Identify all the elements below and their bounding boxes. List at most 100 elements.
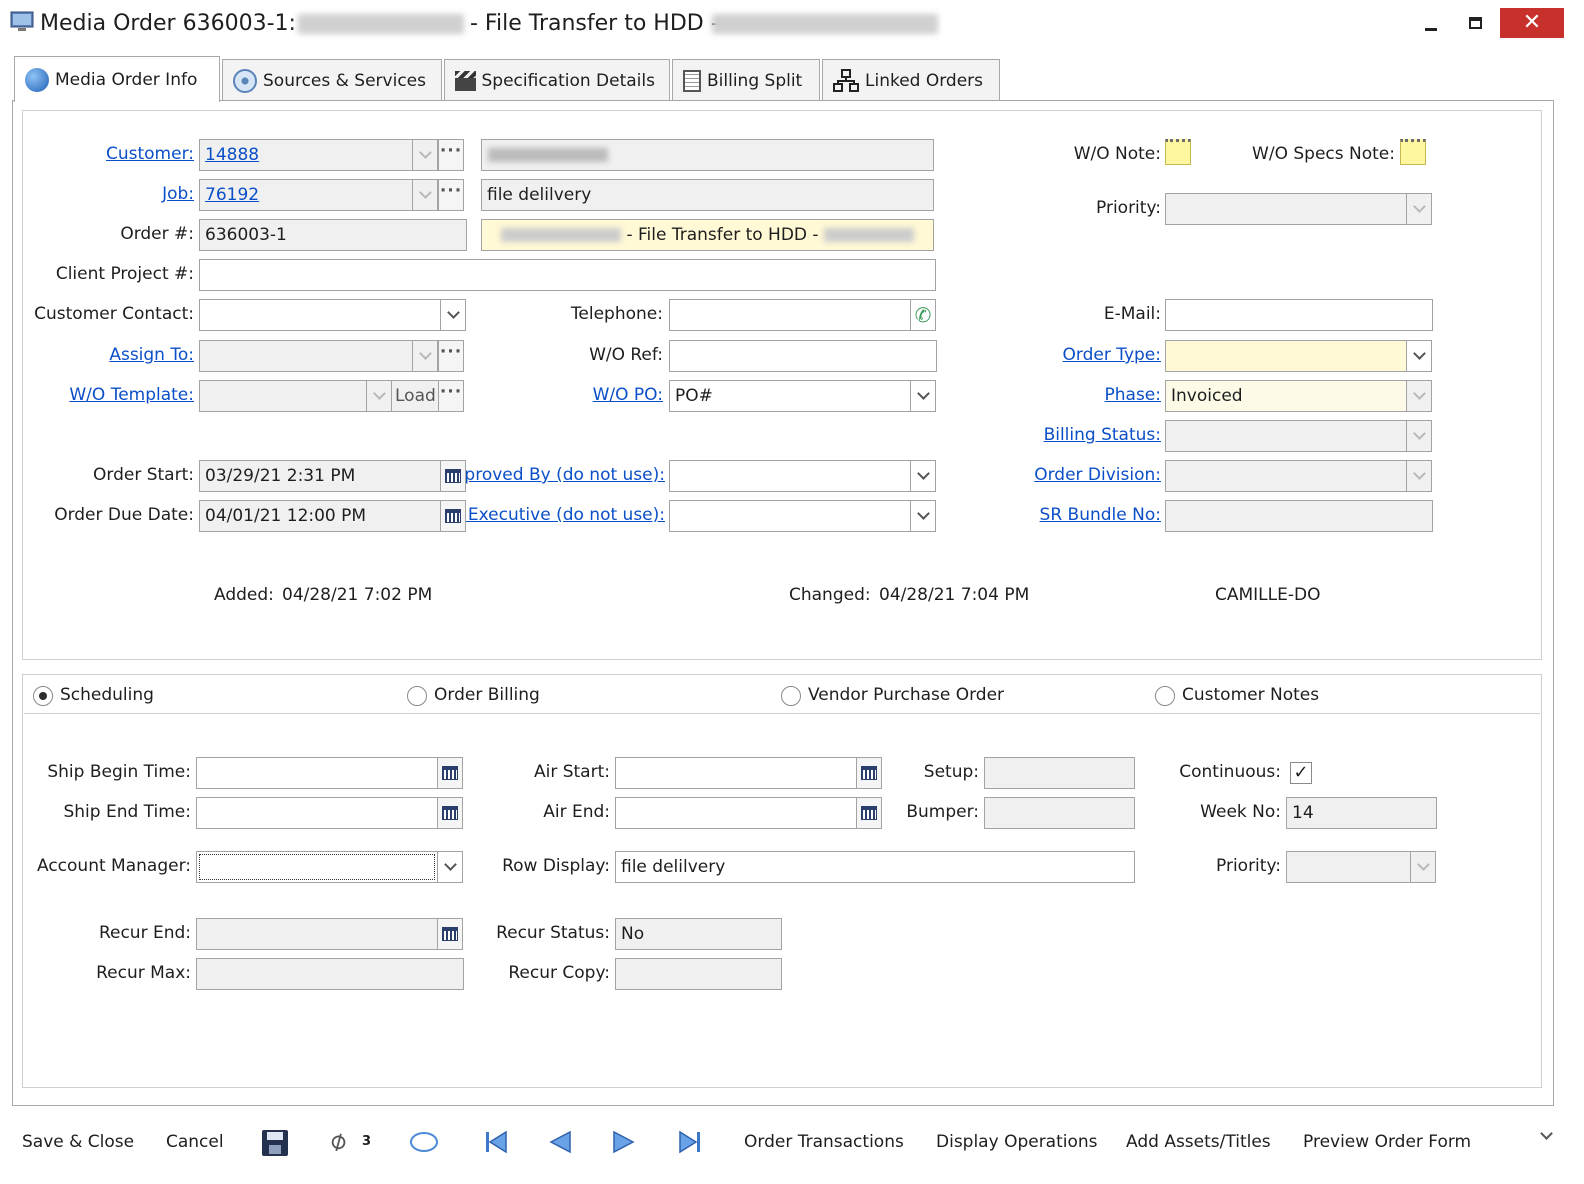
- approved-by-label[interactable]: pproved By (do not use):: [466, 460, 665, 490]
- order-due-field[interactable]: 04/01/21 12:00 PM: [199, 500, 441, 532]
- radio-customer-notes-label[interactable]: Customer Notes: [1182, 684, 1319, 706]
- job-combo[interactable]: 76192: [199, 179, 413, 211]
- assign-to-dropdown-button[interactable]: [412, 340, 438, 372]
- minimize-button[interactable]: [1416, 12, 1446, 38]
- air-start-calendar-button[interactable]: [856, 757, 882, 789]
- wo-specs-note-icon[interactable]: [1400, 139, 1426, 165]
- approved-by-combo[interactable]: [669, 460, 911, 492]
- priority-combo[interactable]: [1165, 193, 1407, 225]
- order-due-calendar-button[interactable]: [440, 500, 466, 532]
- client-project-field[interactable]: [199, 259, 936, 291]
- customer-ellipsis-button[interactable]: ···: [438, 139, 464, 171]
- save-close-button[interactable]: Save & Close: [22, 1128, 134, 1156]
- toolbar-overflow-chevron-icon[interactable]: [1540, 1127, 1553, 1140]
- first-record-icon[interactable]: [484, 1130, 510, 1159]
- executive-dropdown-button[interactable]: [910, 500, 936, 532]
- wo-ref-field[interactable]: [669, 340, 937, 372]
- maximize-button[interactable]: [1460, 12, 1490, 38]
- assign-to-ellipsis-button[interactable]: ···: [438, 340, 464, 372]
- order-transactions-button[interactable]: Order Transactions: [744, 1128, 904, 1156]
- radio-vendor-purchase-order[interactable]: [781, 686, 801, 706]
- radio-customer-notes[interactable]: [1155, 686, 1175, 706]
- account-manager-dropdown-button[interactable]: [437, 851, 463, 883]
- tab-specification-details[interactable]: Specification Details: [444, 59, 670, 101]
- order-type-dropdown-button[interactable]: [1406, 340, 1432, 372]
- customer-contact-combo[interactable]: [199, 299, 441, 331]
- ship-begin-calendar-button[interactable]: [437, 757, 463, 789]
- next-record-icon[interactable]: [612, 1130, 636, 1159]
- recur-end-field[interactable]: [196, 918, 438, 950]
- ship-end-calendar-button[interactable]: [437, 797, 463, 829]
- wo-template-ellipsis-button[interactable]: ···: [438, 380, 464, 412]
- job-label[interactable]: Job:: [162, 179, 194, 209]
- tab-media-order-info[interactable]: Media Order Info: [14, 56, 220, 102]
- ship-end-field[interactable]: [196, 797, 438, 829]
- air-end-calendar-button[interactable]: [856, 797, 882, 829]
- wo-po-dropdown-button[interactable]: [910, 380, 936, 412]
- ship-begin-field[interactable]: [196, 757, 438, 789]
- billing-status-label[interactable]: Billing Status:: [1044, 420, 1161, 450]
- scheduling-priority-dropdown-button[interactable]: [1410, 851, 1436, 883]
- priority-dropdown-button[interactable]: [1406, 193, 1432, 225]
- account-manager-combo[interactable]: [196, 851, 438, 883]
- air-end-field[interactable]: [615, 797, 857, 829]
- previous-record-icon[interactable]: [548, 1130, 572, 1159]
- order-type-label[interactable]: Order Type:: [1063, 340, 1162, 370]
- bumper-field[interactable]: [984, 797, 1135, 829]
- comment-icon[interactable]: [410, 1132, 438, 1152]
- approved-by-dropdown-button[interactable]: [910, 460, 936, 492]
- save-icon[interactable]: [262, 1130, 288, 1156]
- customer-contact-dropdown-button[interactable]: [440, 299, 466, 331]
- air-start-field[interactable]: [615, 757, 857, 789]
- billing-status-dropdown-button[interactable]: [1406, 420, 1432, 452]
- recur-end-calendar-button[interactable]: [437, 918, 463, 950]
- wo-note-icon[interactable]: [1165, 139, 1191, 165]
- phase-dropdown-button[interactable]: [1406, 380, 1432, 412]
- continuous-checkbox[interactable]: ✓: [1290, 762, 1312, 784]
- radio-order-billing-label[interactable]: Order Billing: [434, 684, 540, 706]
- radio-scheduling[interactable]: [33, 686, 53, 706]
- attachment-icon[interactable]: ⌀: [324, 1124, 353, 1158]
- assign-to-label[interactable]: Assign To:: [109, 340, 194, 370]
- order-start-field[interactable]: 03/29/21 2:31 PM: [199, 460, 441, 492]
- order-division-label[interactable]: Order Division:: [1034, 460, 1161, 490]
- telephone-field[interactable]: [669, 299, 911, 331]
- job-ellipsis-button[interactable]: ···: [438, 179, 464, 211]
- order-division-combo[interactable]: [1165, 460, 1407, 492]
- executive-combo[interactable]: [669, 500, 911, 532]
- order-type-combo[interactable]: [1165, 340, 1407, 372]
- setup-field[interactable]: [984, 757, 1135, 789]
- radio-vendor-purchase-order-label[interactable]: Vendor Purchase Order: [808, 684, 1004, 706]
- close-button[interactable]: ✕: [1500, 8, 1564, 38]
- row-display-field[interactable]: file delilvery: [615, 851, 1135, 883]
- sr-bundle-label[interactable]: SR Bundle No:: [1040, 500, 1161, 530]
- recur-max-field[interactable]: [196, 958, 464, 990]
- wo-po-combo[interactable]: PO#: [669, 380, 911, 412]
- wo-po-label[interactable]: W/O PO:: [593, 380, 663, 410]
- cancel-button[interactable]: Cancel: [166, 1128, 224, 1156]
- billing-status-combo[interactable]: [1165, 420, 1407, 452]
- wo-template-combo[interactable]: [199, 380, 367, 412]
- customer-dropdown-button[interactable]: [412, 139, 438, 171]
- scheduling-priority-combo[interactable]: [1286, 851, 1411, 883]
- add-assets-button[interactable]: Add Assets/Titles: [1126, 1128, 1271, 1156]
- last-record-icon[interactable]: [676, 1130, 702, 1159]
- job-dropdown-button[interactable]: [412, 179, 438, 211]
- tab-billing-split[interactable]: Billing Split: [672, 59, 820, 101]
- tab-linked-orders[interactable]: Linked Orders: [822, 59, 1000, 101]
- executive-label[interactable]: t Executive (do not use):: [466, 500, 665, 530]
- customer-label[interactable]: Customer:: [106, 139, 194, 169]
- phase-combo[interactable]: Invoiced: [1165, 380, 1407, 412]
- assign-to-combo[interactable]: [199, 340, 413, 372]
- order-start-calendar-button[interactable]: [440, 460, 466, 492]
- tab-sources-services[interactable]: Sources & Services: [222, 59, 442, 101]
- email-field[interactable]: [1165, 299, 1433, 331]
- radio-scheduling-label[interactable]: Scheduling: [60, 684, 154, 706]
- sr-bundle-field[interactable]: [1165, 500, 1433, 532]
- wo-template-load-button[interactable]: Load: [391, 380, 439, 412]
- wo-template-dropdown-button[interactable]: [366, 380, 392, 412]
- phase-label[interactable]: Phase:: [1105, 380, 1162, 410]
- radio-order-billing[interactable]: [407, 686, 427, 706]
- preview-order-form-button[interactable]: Preview Order Form: [1303, 1128, 1471, 1156]
- recur-copy-field[interactable]: [615, 958, 782, 990]
